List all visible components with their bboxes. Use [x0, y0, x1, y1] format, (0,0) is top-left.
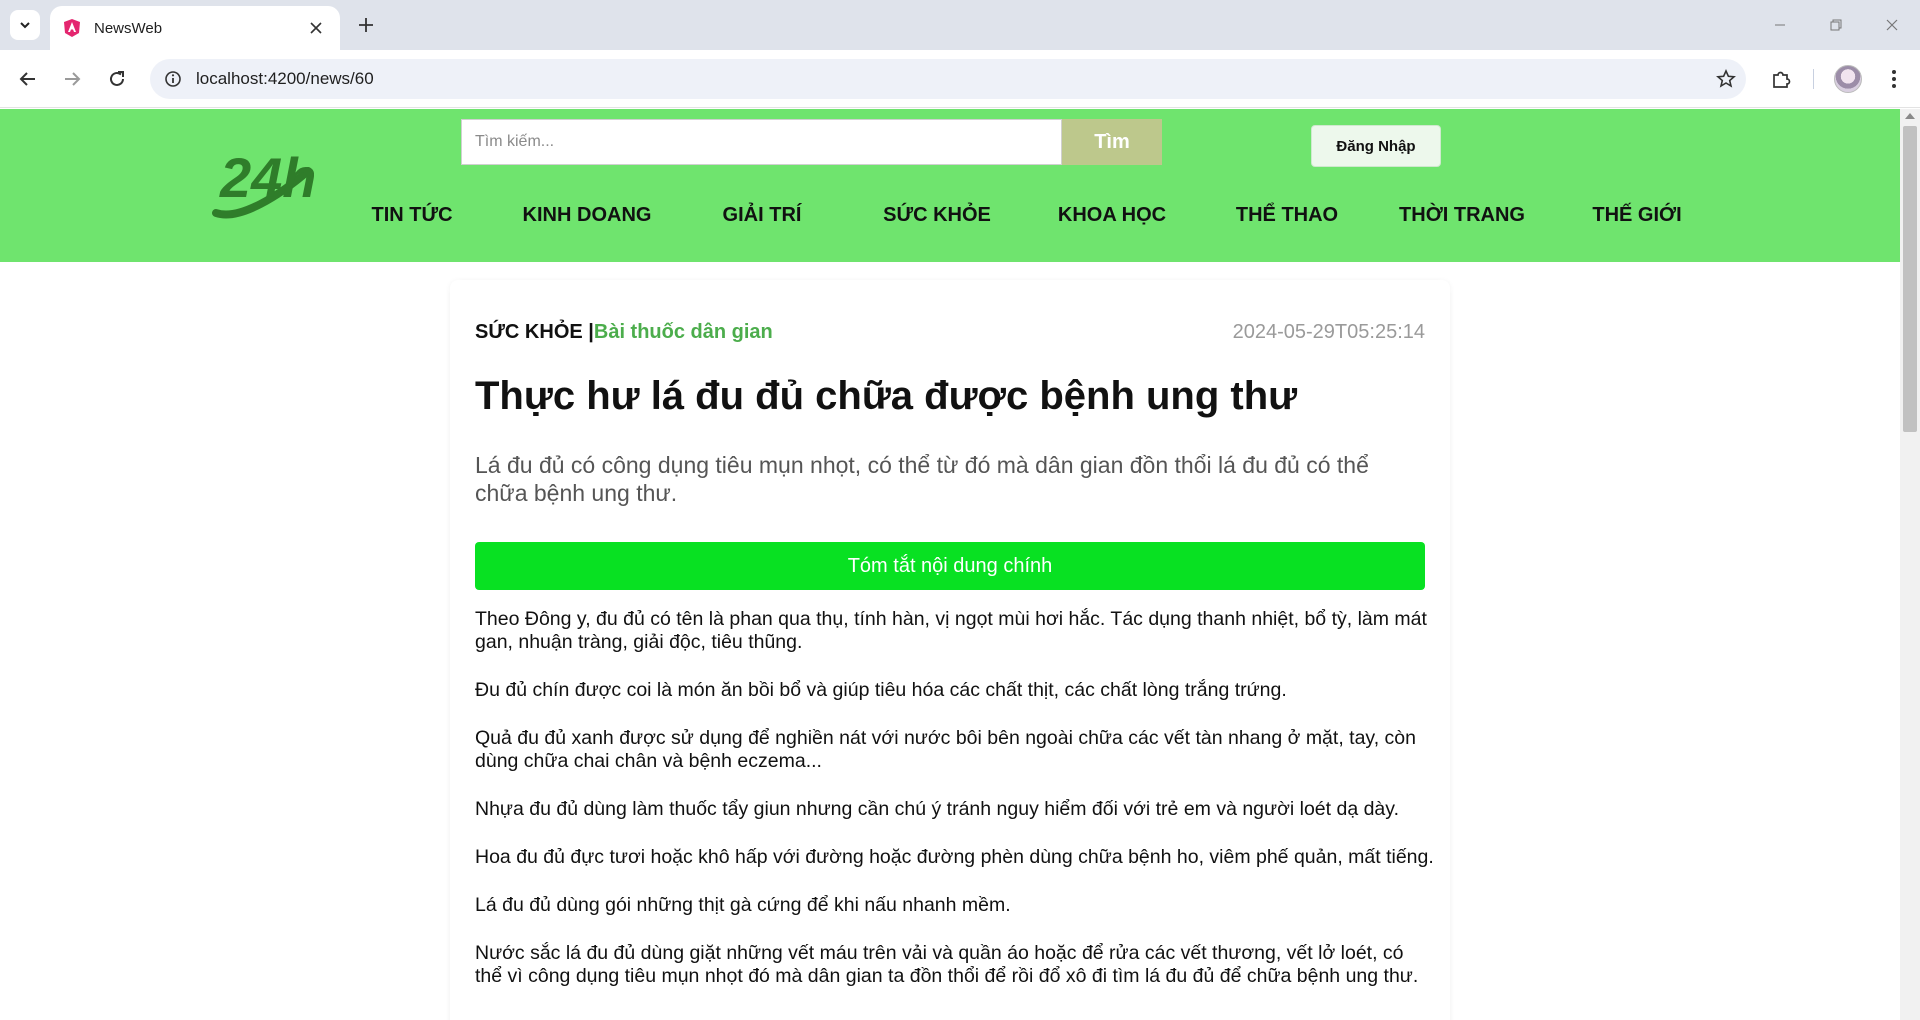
scrollbar-thumb[interactable] — [1903, 126, 1917, 432]
nav-item-thoi-trang[interactable]: THỜI TRANG — [1399, 204, 1525, 227]
close-window-button[interactable] — [1864, 0, 1920, 50]
restore-icon — [1830, 19, 1842, 31]
page-viewport: 24h Tìm Đăng Nhập TIN TỨC KINH DOANG GIẢ… — [0, 109, 1920, 1020]
article-meta: SỨC KHỎE |Bài thuốc dân gian 2024-05-29T… — [475, 321, 1425, 349]
nav-item-the-gioi[interactable]: THẾ GIỚI — [1592, 204, 1681, 227]
article-card: SỨC KHỎE |Bài thuốc dân gian 2024-05-29T… — [450, 280, 1450, 1020]
article-paragraph: Hoa đu đủ đực tươi hoặc khô hấp với đườn… — [475, 846, 1434, 868]
article-category[interactable]: SỨC KHỎE | — [475, 321, 594, 343]
star-icon — [1716, 69, 1736, 88]
minimize-icon — [1775, 24, 1785, 26]
search-input[interactable] — [461, 119, 1062, 165]
arrow-right-icon — [65, 72, 81, 86]
address-bar[interactable]: localhost:4200/news/60 — [150, 59, 1746, 99]
arrow-left-icon — [19, 72, 35, 86]
article-paragraph: Quả đu đủ xanh được sử dụng để nghiền ná… — [475, 727, 1416, 772]
article-paragraph: Nhựa đu đủ dùng làm thuốc tẩy giun nhưng… — [475, 798, 1399, 820]
article-body: Theo Đông y, đu đủ có tên là phan qua th… — [475, 608, 1435, 1013]
url-text[interactable]: localhost:4200/news/60 — [196, 69, 1706, 89]
restore-button[interactable] — [1808, 0, 1864, 50]
nav-item-giai-tri[interactable]: GIẢI TRÍ — [723, 204, 802, 227]
browser-menu-button[interactable] — [1874, 59, 1914, 99]
category-nav: TIN TỨC KINH DOANG GIẢI TRÍ SỨC KHỎE KHO… — [0, 204, 1900, 234]
article-sapo: Lá đu đủ có công dụng tiêu mụn nhọt, có … — [475, 452, 1369, 506]
site-info-icon[interactable] — [164, 70, 182, 88]
article-title: Thực hư lá đu đủ chữa được bệnh ung thư — [475, 374, 1298, 418]
browser-toolbar: localhost:4200/news/60 — [0, 50, 1920, 108]
article-date: 2024-05-29T05:25:14 — [1232, 321, 1425, 343]
browser-tab-bar: NewsWeb — [0, 0, 1920, 50]
reload-button[interactable] — [101, 63, 133, 95]
angular-favicon-icon — [64, 19, 80, 37]
nav-item-tin-tuc[interactable]: TIN TỨC — [371, 204, 452, 227]
chevron-down-icon — [20, 22, 30, 29]
article-paragraph: Lá đu đủ dùng gói những thịt gà cứng để … — [475, 894, 1011, 916]
close-icon — [310, 22, 322, 34]
browser-tab[interactable]: NewsWeb — [50, 6, 340, 50]
avatar — [1834, 65, 1862, 93]
article-paragraph: Đu đủ chín được coi là món ăn bồi bổ và … — [475, 679, 1287, 701]
site-header: 24h Tìm Đăng Nhập TIN TỨC KINH DOANG GIẢ… — [0, 109, 1900, 262]
nav-item-suc-khoe[interactable]: SỨC KHỎE — [883, 204, 991, 227]
nav-item-khoa-hoc[interactable]: KHOA HỌC — [1058, 204, 1166, 227]
reload-icon — [110, 71, 124, 86]
logo-text: 24h — [219, 146, 314, 209]
search-button[interactable]: Tìm — [1062, 119, 1162, 165]
tab-title: NewsWeb — [94, 19, 163, 37]
more-vertical-icon — [1892, 70, 1896, 88]
minimize-button[interactable] — [1752, 0, 1808, 50]
plus-icon — [359, 18, 373, 32]
nav-item-kinh-doanh[interactable]: KINH DOANG — [523, 204, 652, 227]
extensions-button[interactable] — [1761, 59, 1801, 99]
login-button[interactable]: Đăng Nhập — [1311, 125, 1441, 167]
toolbar-separator — [1813, 69, 1814, 89]
article-subcategory[interactable]: Bài thuốc dân gian — [594, 321, 773, 343]
article-paragraph: Theo Đông y, đu đủ có tên là phan qua th… — [475, 608, 1427, 653]
forward-button[interactable] — [56, 63, 88, 95]
article-paragraph: Nước sắc lá đu đủ dùng giặt những vết má… — [475, 942, 1419, 987]
back-button[interactable] — [12, 63, 44, 95]
puzzle-icon — [1773, 71, 1791, 88]
tab-search-button[interactable] — [10, 10, 40, 40]
close-icon — [1886, 19, 1898, 31]
new-tab-button[interactable] — [350, 10, 382, 40]
page-scrollbar[interactable] — [1900, 109, 1920, 1020]
scroll-up-arrow-icon[interactable] — [1905, 113, 1915, 119]
profile-button[interactable] — [1828, 59, 1868, 99]
tab-close-button[interactable] — [304, 16, 328, 40]
bookmark-button[interactable] — [1706, 59, 1746, 99]
summary-button[interactable]: Tóm tắt nội dung chính — [475, 542, 1425, 590]
nav-item-the-thao[interactable]: THỂ THAO — [1236, 204, 1338, 227]
window-controls — [1752, 0, 1920, 50]
